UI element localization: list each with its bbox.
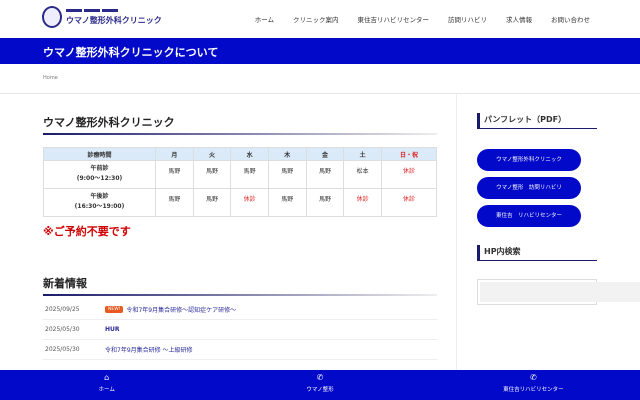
cell: 馬野 bbox=[305, 160, 345, 189]
news-title[interactable]: HUR bbox=[105, 326, 120, 333]
bottom-bar: ⌂ ホーム ✆ ウマノ整形 ✆ 東住吉リハビリセンター bbox=[0, 370, 640, 400]
site-search: ⚲ bbox=[477, 279, 640, 305]
pamphlet-heading: パンフレット（PDF） bbox=[477, 113, 597, 129]
page-title: ウマノ整形外科クリニックについて bbox=[43, 46, 219, 59]
list-item[interactable]: 2025/05/30 令和7年9月集合研修 〜上級研修 bbox=[43, 340, 437, 360]
cell: 馬野 bbox=[230, 160, 269, 189]
cell: 馬野 bbox=[267, 160, 307, 189]
news-date: 2025/05/30 bbox=[45, 326, 80, 333]
main-nav: ホーム クリニック案内 東住吉リハビリセンター 訪問リハビリ 求人情報 お問い合… bbox=[255, 14, 590, 24]
session-time: (9:00〜12:30) bbox=[76, 175, 123, 182]
cell: 馬野 bbox=[267, 188, 307, 217]
bottom-call-rehab-button[interactable]: ✆ 東住吉リハビリセンター bbox=[427, 370, 640, 400]
pamphlet-clinic-button[interactable]: ウマノ整形外科クリニック bbox=[477, 149, 581, 171]
divider bbox=[0, 93, 640, 94]
bottom-home-button[interactable]: ⌂ ホーム bbox=[0, 370, 213, 400]
news-heading: 新着情報 bbox=[43, 275, 437, 296]
news-date: 2025/05/30 bbox=[45, 346, 80, 353]
session-name: 午後診 bbox=[90, 193, 109, 200]
col-header: 水 bbox=[230, 147, 269, 161]
logo-name: ウマノ整形外科クリニック bbox=[66, 15, 162, 25]
cell: 馬野 bbox=[305, 188, 345, 217]
new-badge: NEW! bbox=[105, 306, 124, 313]
reservation-note: ※ご予約不要です bbox=[43, 225, 131, 238]
table-row: 午後診 (16:30〜19:00) 馬野 馬野 休診 馬野 馬野 休診 休診 bbox=[43, 188, 438, 217]
col-header: 火 bbox=[192, 147, 232, 161]
nav-visit-rehab[interactable]: 訪問リハビリ bbox=[448, 14, 487, 24]
page-banner: ウマノ整形外科クリニックについて bbox=[0, 38, 640, 64]
nav-rehab-center[interactable]: 東住吉リハビリセンター bbox=[358, 14, 430, 24]
pamphlet-rehab-center-button[interactable]: 東住吉 リハビリセンター bbox=[477, 205, 581, 227]
cell: 休診 bbox=[380, 160, 438, 189]
nav-recruit[interactable]: 求人情報 bbox=[506, 14, 532, 24]
sidebar: パンフレット（PDF） ウマノ整形外科クリニック ウマノ整形 訪問リハビリ 東住… bbox=[477, 113, 640, 305]
nav-clinic[interactable]: クリニック案内 bbox=[293, 14, 339, 24]
search-input[interactable] bbox=[480, 282, 640, 302]
bottom-call-clinic-button[interactable]: ✆ ウマノ整形 bbox=[213, 370, 426, 400]
col-header: 金 bbox=[305, 147, 345, 161]
col-header: 月 bbox=[155, 147, 194, 161]
col-header: 木 bbox=[267, 147, 307, 161]
bottom-label: ウマノ整形 bbox=[306, 387, 334, 393]
home-icon: ⌂ bbox=[104, 373, 110, 382]
column-divider bbox=[456, 94, 457, 374]
header: ウマノ整形外科クリニック ホーム クリニック案内 東住吉リハビリセンター 訪問リ… bbox=[0, 0, 640, 38]
clinic-heading: ウマノ整形外科クリニック bbox=[43, 114, 437, 135]
cell: 馬野 bbox=[192, 160, 232, 189]
col-header: 土 bbox=[343, 147, 382, 161]
cell: 松本 bbox=[343, 160, 382, 189]
row-label: 午後診 (16:30〜19:00) bbox=[43, 188, 156, 217]
session-time: (16:30〜19:00) bbox=[74, 203, 125, 210]
cell: 馬野 bbox=[192, 188, 232, 217]
cell: 馬野 bbox=[155, 188, 194, 217]
phone-icon: ✆ bbox=[316, 373, 324, 382]
cell: 休診 bbox=[230, 188, 269, 217]
nav-contact[interactable]: お問い合わせ bbox=[551, 14, 590, 24]
breadcrumb[interactable]: Home bbox=[43, 75, 58, 81]
col-header: 診療時間 bbox=[43, 147, 156, 161]
bottom-label: 東住吉リハビリセンター bbox=[503, 387, 564, 393]
list-item[interactable]: 2025/05/30 HUR bbox=[43, 320, 437, 340]
news-list: 2025/09/25 NEW! 令和7年9月集合研修〜認知症ケア研修〜 2025/0… bbox=[43, 300, 437, 360]
cell: 馬野 bbox=[155, 160, 194, 189]
news-title[interactable]: 令和7年9月集合研修 〜上級研修 bbox=[105, 345, 193, 354]
col-header: 日・祝 bbox=[380, 147, 438, 161]
list-item[interactable]: 2025/09/25 NEW! 令和7年9月集合研修〜認知症ケア研修〜 bbox=[43, 300, 437, 320]
search-heading: HP内検索 bbox=[477, 245, 597, 261]
logo[interactable]: ウマノ整形外科クリニック bbox=[42, 6, 162, 28]
news-title[interactable]: 令和7年9月集合研修〜認知症ケア研修〜 bbox=[126, 305, 236, 314]
logo-tags bbox=[66, 8, 162, 12]
cell: 休診 bbox=[380, 188, 438, 217]
phone-icon: ✆ bbox=[529, 373, 537, 382]
cell: 休診 bbox=[343, 188, 382, 217]
nav-home[interactable]: ホーム bbox=[255, 14, 274, 24]
main-content: ウマノ整形外科クリニック 診療時間 月 火 水 木 金 土 日・祝 午前診 (9:… bbox=[43, 114, 438, 360]
schedule-table: 診療時間 月 火 水 木 金 土 日・祝 午前診 (9:00〜12:30) 馬野 … bbox=[43, 147, 438, 217]
news-date: 2025/09/25 bbox=[45, 306, 80, 313]
session-name: 午前診 bbox=[90, 165, 109, 172]
table-row: 午前診 (9:00〜12:30) 馬野 馬野 馬野 馬野 馬野 松本 休診 bbox=[43, 160, 438, 189]
row-label: 午前診 (9:00〜12:30) bbox=[43, 160, 156, 189]
bottom-label: ホーム bbox=[98, 387, 115, 393]
logo-mark-icon bbox=[42, 6, 62, 28]
pamphlet-visit-rehab-button[interactable]: ウマノ整形 訪問リハビリ bbox=[477, 177, 581, 199]
